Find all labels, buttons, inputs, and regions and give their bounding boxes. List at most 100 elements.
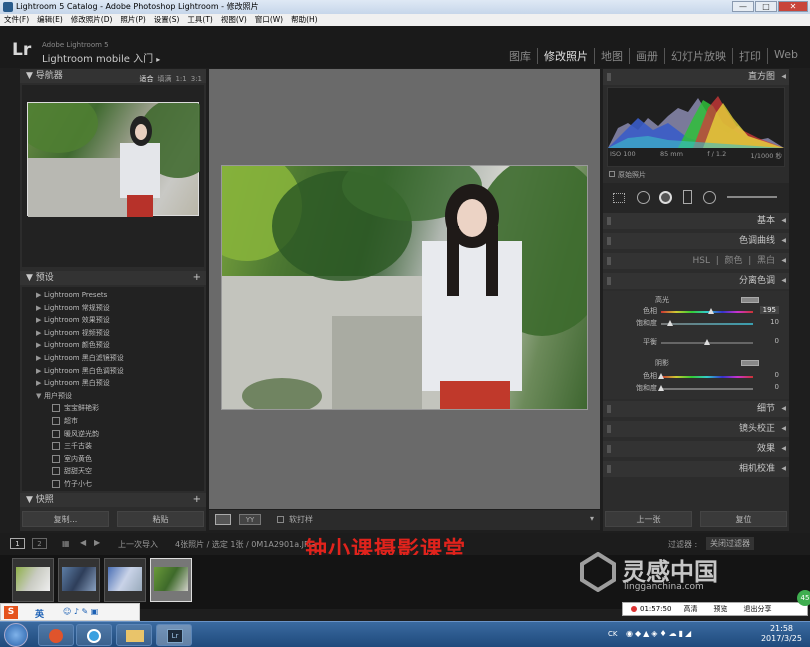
preset-folder[interactable]: ▶ Lightroom 视频预设 [22,327,204,340]
tone-curve-header[interactable]: 色调曲线 [603,233,789,249]
preset-folder[interactable]: ▶ Lightroom 黑白预设 [22,377,204,390]
shadow-saturation-value[interactable]: 0 [775,383,779,391]
hue-knob[interactable] [707,308,714,314]
taskbar-app-browser[interactable] [76,624,112,646]
zoom-3-1[interactable]: 3:1 [191,72,202,86]
graduated-filter-icon[interactable] [683,190,692,204]
shadow-saturation-track[interactable] [661,388,753,390]
basic-panel-header[interactable]: 基本 [603,213,789,229]
saturation-value[interactable]: 10 [770,318,779,326]
effects-header[interactable]: 效果 [603,441,789,457]
lens-corrections-header[interactable]: 镜头校正 [603,421,789,437]
shadow-hue-knob[interactable] [658,373,664,379]
menu-help[interactable]: 帮助(H) [291,14,318,26]
mobile-link[interactable]: Lightroom mobile 入门 ▸ [42,50,160,65]
preset-item[interactable]: 竹子小七 [22,478,204,491]
hsl-tab[interactable]: HSL [693,256,711,266]
page-1-button[interactable]: 1 [10,538,25,549]
before-after-icon[interactable]: YY [239,514,261,525]
navigator-header[interactable]: ▼ 导航器 适合 填满 1:1 3:1 [20,69,206,83]
reset-button[interactable]: 复位 [700,511,787,527]
snapshots-header[interactable]: ▼ 快照 + [20,493,206,507]
radial-filter-icon[interactable] [703,191,716,204]
preset-item[interactable]: 超市 [22,415,204,428]
module-slideshow[interactable]: 幻灯片放映 [664,48,732,64]
paste-button[interactable]: 粘贴 [117,511,204,527]
back-arrow-icon[interactable]: ◀ [80,538,86,547]
navigator-thumbnail[interactable] [18,93,218,217]
module-library[interactable]: 图库 [503,48,537,64]
preset-item[interactable]: 室内黄色 [22,453,204,466]
menu-file[interactable]: 文件(F) [4,14,29,26]
previous-button[interactable]: 上一张 [605,511,692,527]
preset-item[interactable]: 三千古装 [22,440,204,453]
taskbar-app-explorer[interactable] [116,624,152,646]
preset-folder[interactable]: ▶ Lightroom 黑白滤镜预设 [22,352,204,365]
shadow-hue-track[interactable] [661,376,753,378]
loupe-view-icon[interactable] [215,514,231,525]
preset-item[interactable]: 甜甜天空 [22,465,204,478]
loupe-view[interactable] [209,69,600,509]
menu-window[interactable]: 窗口(W) [255,14,283,26]
balance-value[interactable]: 0 [775,337,779,345]
filmstrip-thumbnail[interactable] [58,558,100,602]
grid-icon[interactable]: ▦ [62,539,70,548]
source-label[interactable]: 上一次导入 [118,539,158,550]
color-tab[interactable]: 颜色 [724,256,742,266]
shadow-hue-value[interactable]: 0 [775,371,779,379]
preset-folder[interactable]: ▶ Lightroom 常规预设 [22,302,204,315]
hue-value[interactable]: 195 [759,306,779,314]
module-book[interactable]: 画册 [629,48,664,64]
menu-settings[interactable]: 设置(S) [154,14,180,26]
highlights-swatch[interactable] [741,297,759,303]
saturation-knob[interactable] [667,320,674,326]
softproof-checkbox[interactable] [277,516,284,523]
module-print[interactable]: 打印 [732,48,767,64]
spot-removal-icon[interactable] [637,191,650,204]
menu-tools[interactable]: 工具(T) [187,14,212,26]
shadows-swatch[interactable] [741,360,759,366]
zoom-fill[interactable]: 填满 [157,72,171,86]
filmstrip-thumbnail[interactable] [12,558,54,602]
camera-calibration-header[interactable]: 相机校准 [603,461,789,477]
preset-item[interactable]: 宝宝鲜艳彩 [22,402,204,415]
filmstrip-thumbnail[interactable] [104,558,146,602]
split-toning-header[interactable]: 分离色调 [603,273,789,289]
hsl-header[interactable]: HSL | 颜色 | 黑白 [603,253,789,269]
tray-icons[interactable]: ◉◆▲◈♦☁▮◢ [626,629,693,638]
menu-photo[interactable]: 照片(P) [120,14,145,26]
histogram[interactable]: ISO 100 85 mm f / 1.2 1/1000 秒 [607,87,785,167]
shadow-saturation-knob[interactable] [658,385,664,391]
menu-edit[interactable]: 编辑(E) [37,14,63,26]
start-button[interactable] [4,623,28,647]
copy-button[interactable]: 复制... [22,511,109,527]
preset-item[interactable]: 暖风逆光韵 [22,428,204,441]
preset-folder-user[interactable]: ▼ 用户预设 [22,390,204,403]
menu-view[interactable]: 视图(V) [221,14,247,26]
presets-header[interactable]: ▼ 预设 + [20,271,206,285]
crop-tool-icon[interactable] [613,193,625,203]
zoom-fit[interactable]: 适合 [139,72,153,86]
histogram-header[interactable]: 直方图 [603,69,789,85]
bw-tab[interactable]: 黑白 [757,256,775,266]
minimize-button[interactable]: — [732,1,754,12]
taskbar-app-media[interactable] [38,624,74,646]
taskbar-app-lightroom[interactable]: Lr [156,624,192,646]
saturation-track[interactable] [661,323,753,325]
maximize-button[interactable]: □ [755,1,777,12]
forward-arrow-icon[interactable]: ▶ [94,538,100,547]
preset-folder[interactable]: ▶ Lightroom 黑白色调预设 [22,365,204,378]
detail-header[interactable]: 细节 [603,401,789,417]
filmstrip-thumbnail-selected[interactable] [150,558,192,602]
adjustment-brush-icon[interactable] [727,196,777,198]
zoom-1-1[interactable]: 1:1 [175,72,186,86]
page-2-button[interactable]: 2 [32,538,47,549]
tray-lang[interactable]: CK [608,630,617,638]
module-map[interactable]: 地图 [594,48,629,64]
add-preset-icon[interactable]: + [193,271,201,285]
menu-develop[interactable]: 修改照片(D) [71,14,113,26]
preset-folder[interactable]: ▶ Lightroom 颜色预设 [22,339,204,352]
module-develop[interactable]: 修改照片 [537,48,594,64]
system-clock[interactable]: 21:58 2017/3/25 [761,624,802,644]
recorder-exit-button[interactable]: 退出分享 [743,604,771,614]
